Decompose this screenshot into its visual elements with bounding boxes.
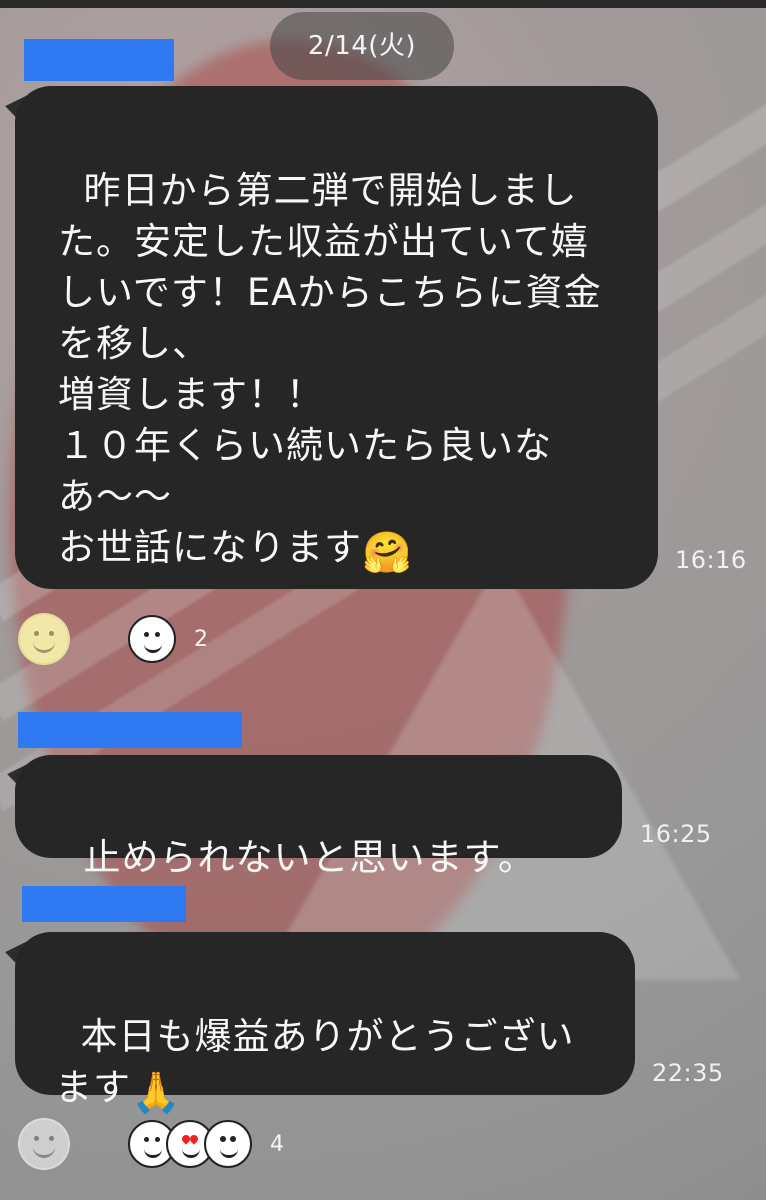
reaction-stickers[interactable] — [128, 615, 176, 663]
add-reaction-icon[interactable] — [18, 613, 70, 665]
sender-name-redacted — [24, 39, 174, 81]
reaction-bar[interactable]: 4 — [18, 1118, 284, 1170]
shy-face-icon — [204, 1120, 252, 1168]
message-text: 止められないと思います。 — [83, 836, 536, 879]
sender-name-redacted — [22, 886, 186, 922]
message-time: 16:25 — [640, 820, 712, 848]
message-time: 22:35 — [652, 1059, 724, 1087]
thumbs-up-face-icon — [128, 615, 176, 663]
message-text: 昨日から第二弾で開始しました。安定した収益が出ていて嬉しいです！EAからこちらに… — [58, 169, 602, 569]
reaction-count: 2 — [194, 626, 208, 652]
hugging-face-icon: 🤗 — [362, 530, 413, 576]
reaction-count: 4 — [270, 1131, 284, 1157]
message-bubble[interactable]: 止められないと思います。 — [15, 755, 622, 879]
date-divider: 2/14(火) — [270, 12, 454, 80]
message-bubble[interactable]: 本日も爆益ありがとうございます🙏 — [15, 932, 635, 1113]
add-reaction-icon[interactable] — [18, 1118, 70, 1170]
reaction-bar[interactable]: 2 — [18, 613, 208, 665]
message-bubble[interactable]: 昨日から第二弾で開始しました。安定した収益が出ていて嬉しいです！EAからこちらに… — [15, 86, 658, 589]
top-bar — [0, 0, 766, 8]
reaction-stickers[interactable] — [128, 1120, 252, 1168]
sender-name-redacted — [18, 712, 242, 748]
folded-hands-icon: 🙏 — [131, 1070, 182, 1116]
message-time: 16:16 — [675, 546, 747, 574]
